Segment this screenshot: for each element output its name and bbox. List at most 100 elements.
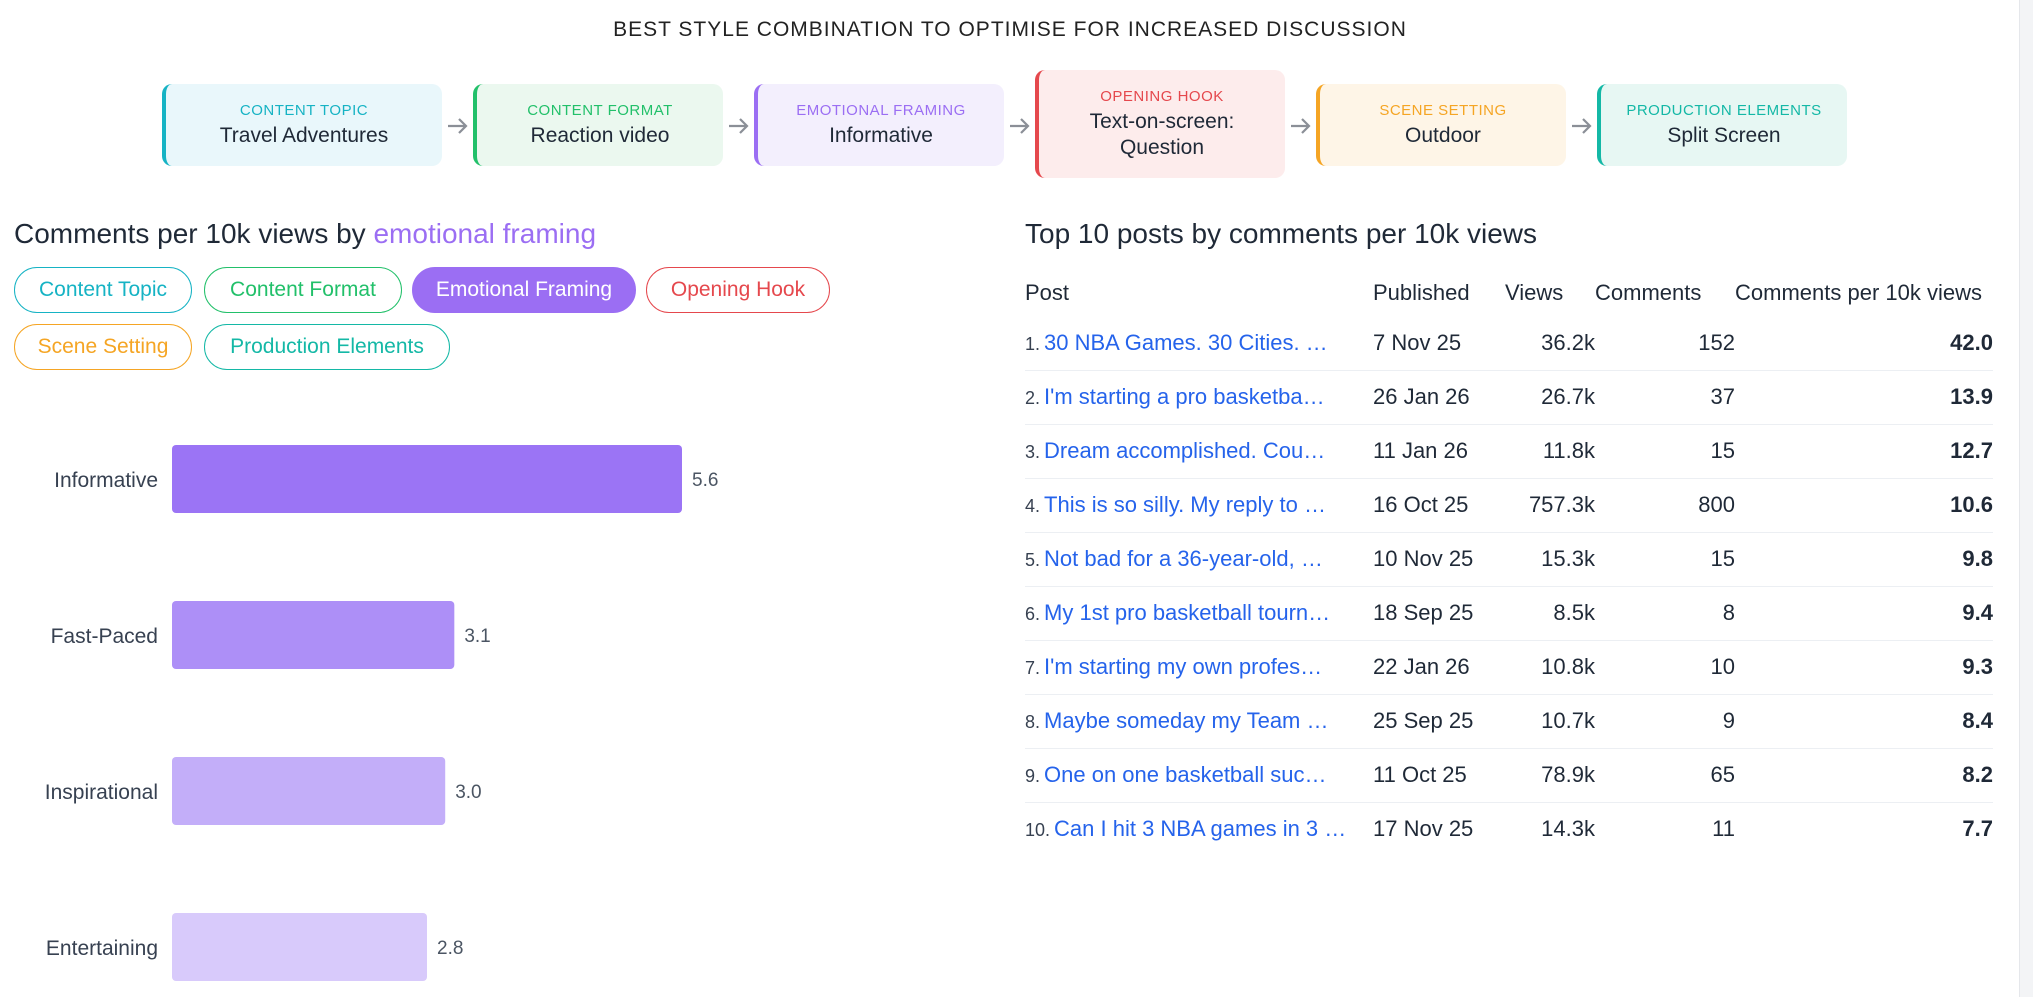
scrollbar[interactable] (2019, 0, 2033, 997)
post-link[interactable]: One on one basketball suc… (1044, 762, 1327, 788)
cell-views: 757.3k (1505, 478, 1595, 533)
cell-comments-per-10k: 8.4 (1735, 694, 1993, 749)
cell-comments-per-10k: 12.7 (1735, 424, 1993, 479)
cell-post: 8. Maybe someday my Team … (1025, 694, 1373, 749)
column-header-published[interactable]: Published (1373, 270, 1505, 316)
chip-label: Content Format (230, 278, 376, 301)
table-row[interactable]: 6. My 1st pro basketball tourn… 18 Sep 25 8… (1025, 586, 1993, 641)
step-value: Reaction video (530, 123, 670, 147)
cell-comments-per-10k: 9.3 (1735, 640, 1993, 695)
cell-post: 2. I'm starting a pro basketba… (1025, 370, 1373, 425)
cell-published: 11 Oct 25 (1373, 748, 1505, 803)
column-header-post[interactable]: Post (1025, 270, 1373, 316)
row-rank: 3. (1025, 442, 1041, 462)
chip-production-elements[interactable]: Production Elements (204, 324, 450, 370)
cell-views: 14.3k (1541, 816, 1595, 842)
chip-label: Opening Hook (670, 278, 806, 301)
arrow-right-icon (1572, 118, 1592, 134)
post-link[interactable]: Not bad for a 36-year-old, … (1044, 546, 1323, 572)
step-value: Informative (829, 123, 933, 147)
table-row[interactable]: 4. This is so silly. My reply to @… 16 Oct… (1025, 478, 1993, 533)
cell-comments: 800 (1595, 478, 1735, 533)
chip-content-topic[interactable]: Content Topic (14, 267, 192, 313)
cell-published: 22 Jan 26 (1373, 640, 1505, 695)
page-title: BEST STYLE COMBINATION TO OPTIMISE FOR I… (613, 18, 1407, 41)
step-label: PRODUCTION ELEMENTS (1626, 101, 1822, 119)
cell-comments: 37 (1595, 370, 1735, 425)
bar[interactable] (172, 913, 427, 981)
chip-opening-hook[interactable]: Opening Hook (646, 267, 830, 313)
step-label: CONTENT FORMAT (527, 101, 673, 119)
row-rank: 9. (1025, 766, 1041, 786)
cell-views: 26.7k (1505, 370, 1595, 425)
table-row[interactable]: 9. One on one basketball suc… 11 Oct 25 78.… (1025, 748, 1993, 803)
column-header-comments[interactable]: Comments (1595, 270, 1735, 316)
cell-published: 17 Nov 25 (1373, 816, 1474, 842)
table-row[interactable]: 10. Can I hit 3 NBA games in 3 … 17 Nov 25… (1025, 802, 1993, 856)
value-label: 5.6 (692, 470, 718, 491)
cell-comments: 65 (1595, 748, 1735, 803)
cell-post: 3. Dream accomplished. Cou… (1025, 424, 1373, 479)
bar-chart: Informative 5.6 Fast-Paced 3.1 Inspirational… (45, 445, 718, 981)
bar[interactable] (172, 445, 682, 513)
cell-views: 10.7k (1505, 694, 1595, 749)
bar[interactable] (172, 601, 455, 669)
column-header-comments-per-10k[interactable]: Comments per 10k views (1735, 270, 1993, 316)
row-rank: 4. (1025, 496, 1041, 516)
cell-post: 7. I'm starting my own profes… (1025, 640, 1373, 695)
post-link[interactable]: Maybe someday my Team … (1044, 708, 1328, 734)
value-label: 2.8 (437, 938, 463, 959)
cell-views: 78.9k (1505, 748, 1595, 803)
post-link[interactable]: 30 NBA Games. 30 Cities. … (1044, 330, 1328, 356)
cell-published: 16 Oct 25 (1373, 478, 1505, 533)
cell-views: 15.3k (1505, 532, 1595, 587)
table-row[interactable]: 7. I'm starting my own profes… 22 Jan 26 10… (1025, 640, 1993, 695)
cell-comments-per-10k: 10.6 (1735, 478, 1993, 533)
cell-post: 10. Can I hit 3 NBA games in 3 … (1025, 802, 1373, 856)
post-link[interactable]: My 1st pro basketball tourn… (1044, 600, 1330, 626)
post-link[interactable]: Can I hit 3 NBA games in 3 … (1054, 816, 1346, 842)
arrow-right-icon (729, 118, 749, 134)
row-rank: 5. (1025, 550, 1041, 570)
chart-title-prefix: Comments per 10k views by (14, 218, 374, 249)
cell-published: 7 Nov 25 (1373, 316, 1505, 371)
step-label: EMOTIONAL FRAMING (796, 101, 966, 119)
chip-content-format[interactable]: Content Format (204, 267, 402, 313)
table-body: 1. 30 NBA Games. 30 Cities. … 7 Nov 25 36.2… (1025, 316, 1993, 856)
cell-comments: 9 (1595, 694, 1735, 749)
row-rank: 6. (1025, 604, 1041, 624)
table-title: Top 10 posts by comments per 10k views (1025, 218, 1538, 249)
cell-post: 6. My 1st pro basketball tourn… (1025, 586, 1373, 641)
bar[interactable] (172, 757, 446, 825)
row-rank: 8. (1025, 712, 1041, 732)
chip-emotional-framing[interactable]: Emotional Framing (412, 267, 636, 313)
top-posts-table: Post Published Views Comments Comments p… (1025, 270, 1993, 856)
cell-comments-per-10k: 7.7 (1962, 816, 1993, 842)
chart-title: Comments per 10k views by emotional fram… (14, 218, 596, 250)
step-value: Outdoor (1405, 123, 1481, 147)
cell-published: 26 Jan 26 (1373, 370, 1505, 425)
cell-post: 9. One on one basketball suc… (1025, 748, 1373, 803)
post-link[interactable]: Dream accomplished. Cou… (1044, 438, 1325, 464)
table-header-row: Post Published Views Comments Comments p… (1025, 270, 1993, 316)
column-header-views[interactable]: Views (1505, 270, 1595, 316)
cell-views: 11.8k (1505, 424, 1595, 479)
category-label: Inspirational (45, 781, 158, 804)
post-link[interactable]: This is so silly. My reply to @… (1044, 492, 1348, 518)
category-label: Informative (54, 469, 158, 492)
table-row[interactable]: 3. Dream accomplished. Cou… 11 Jan 26 11.8k… (1025, 424, 1993, 479)
chip-label: Emotional Framing (435, 278, 613, 301)
chart-title-highlight: emotional framing (373, 218, 597, 249)
post-link[interactable]: I'm starting my own profes… (1044, 654, 1322, 680)
cell-published: 25 Sep 25 (1373, 694, 1505, 749)
post-link[interactable]: I'm starting a pro basketba… (1044, 384, 1325, 410)
table-row[interactable]: 1. 30 NBA Games. 30 Cities. … 7 Nov 25 36.2… (1025, 316, 1993, 371)
table-row[interactable]: 2. I'm starting a pro basketba… 26 Jan 26 2… (1025, 370, 1993, 425)
cell-comments: 11 (1712, 816, 1735, 842)
chip-scene-setting[interactable]: Scene Setting (14, 324, 192, 370)
cell-comments: 152 (1595, 316, 1735, 371)
table-row[interactable]: 5. Not bad for a 36-year-old, … 10 Nov 25 1… (1025, 532, 1993, 587)
step-value: Text-on-screen: Question (1089, 109, 1235, 159)
step-emotional-framing: EMOTIONAL FRAMING Informative (754, 84, 1004, 166)
table-row[interactable]: 8. Maybe someday my Team … 25 Sep 25 10.7k 9… (1025, 694, 1993, 749)
